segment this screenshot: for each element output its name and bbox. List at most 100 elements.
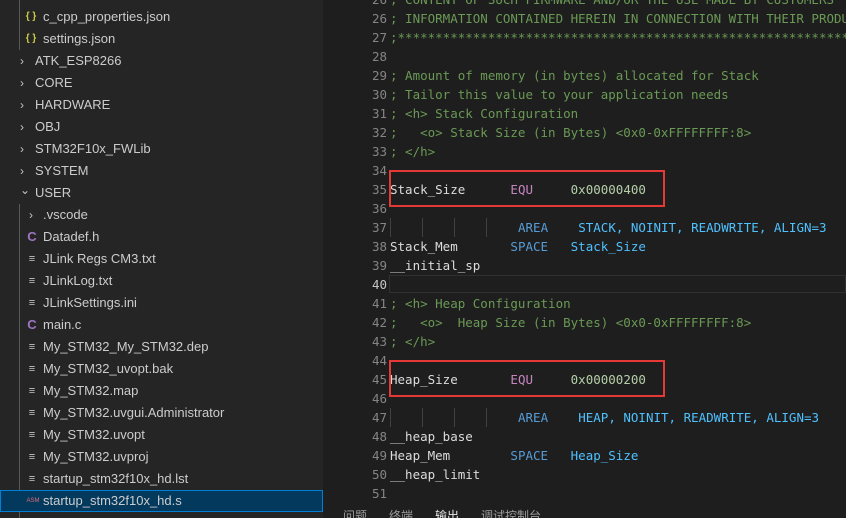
code-editor[interactable]: 26; CONTENT OF SUCH FIRMWARE AND/OR THE … <box>323 0 846 518</box>
code-line[interactable]: 26; CONTENT OF SUCH FIRMWARE AND/OR THE … <box>323 0 846 9</box>
chevron-right-icon[interactable]: › <box>20 72 24 94</box>
explorer-item-core[interactable]: › CORE <box>0 72 323 94</box>
explorer-item-startup-stm32f10x-hd-lst[interactable]: ≡ startup_stm32f10x_hd.lst <box>0 468 323 490</box>
tab-terminal[interactable]: 终端 <box>389 508 413 518</box>
text-file-icon: ≡ <box>28 385 36 397</box>
explorer-item-system[interactable]: › SYSTEM <box>0 160 323 182</box>
code-line[interactable]: 38 Stack_Mem SPACE Stack_Size <box>323 237 846 256</box>
code-line[interactable]: 29; Amount of memory (in bytes) allocate… <box>323 66 846 85</box>
asm-file-icon: ASM <box>26 498 40 504</box>
explorer-item-jlinksettings-ini[interactable]: ≡ JLinkSettings.ini <box>0 292 323 314</box>
text-file-icon: ≡ <box>28 451 36 463</box>
code-line[interactable]: 30; Tailor this value to your applicatio… <box>323 85 846 104</box>
line-number: 46 <box>371 391 387 406</box>
line-number: 31 <box>371 106 387 121</box>
line-number: 44 <box>371 353 387 368</box>
line-number: 37 <box>371 220 387 235</box>
chevron-right-icon[interactable]: › <box>20 138 24 160</box>
code-line[interactable]: 28 <box>323 47 846 66</box>
code-line[interactable]: 32; <o> Stack Size (in Bytes) <0x0-0xFFF… <box>323 123 846 142</box>
line-number: 26 <box>372 0 387 9</box>
code-line[interactable]: 48 __heap_base <box>323 427 846 446</box>
line-number: 33 <box>371 144 387 159</box>
line-number: 42 <box>371 315 387 330</box>
code-token: ;***************************************… <box>390 30 846 45</box>
explorer-item-atk-esp8266[interactable]: › ATK_ESP8266 <box>0 50 323 72</box>
code-token: Heap_Size <box>570 448 639 463</box>
code-line[interactable]: 47 AREA HEAP, NOINIT, READWRITE, ALIGN=3 <box>323 408 846 427</box>
explorer-item-label: JLinkSettings.ini <box>43 295 137 310</box>
code-line[interactable]: 39 __initial_sp <box>323 256 846 275</box>
code-text: __initial_sp <box>390 256 480 275</box>
line-number: 27 <box>371 30 387 45</box>
explorer-item-my-stm32-uvopt-bak[interactable]: ≡ My_STM32_uvopt.bak <box>0 358 323 380</box>
explorer-item-datadef-h[interactable]: C Datadef.h <box>0 226 323 248</box>
code-line[interactable]: 27 ;*************************************… <box>323 28 846 47</box>
tab-problems[interactable]: 问题 <box>343 508 367 518</box>
chevron-right-icon[interactable]: › <box>29 204 33 226</box>
explorer-item-vscode[interactable]: › .vscode <box>0 204 323 226</box>
tab-output[interactable]: 输出 <box>435 508 459 518</box>
code-token: ; </h> <box>390 144 436 159</box>
line-number: 47 <box>371 410 387 425</box>
line-number: 39 <box>371 258 387 273</box>
explorer-item-my-stm32-uvgui-administrator[interactable]: ≡ My_STM32.uvgui.Administrator <box>0 402 323 424</box>
explorer-item-label: My_STM32_uvopt.bak <box>43 361 174 376</box>
code-line[interactable]: 51 <box>323 484 846 503</box>
explorer-item-label: SYSTEM <box>35 163 89 178</box>
line-number: 41 <box>371 296 387 311</box>
explorer-item-hardware[interactable]: › HARDWARE <box>0 94 323 116</box>
explorer-item-user[interactable]: ⌄ USER <box>0 182 323 204</box>
explorer-item-main-c[interactable]: Cmain.c <box>0 314 323 336</box>
explorer-item-label: JLinkLog.txt <box>43 273 113 288</box>
line-number: 28 <box>371 49 387 64</box>
chevron-right-icon[interactable]: › <box>20 50 24 72</box>
json-file-icon: { } <box>25 11 37 22</box>
heap-size-highlight-box <box>389 360 665 397</box>
code-line[interactable]: 31; <h> Stack Configuration <box>323 104 846 123</box>
code-line[interactable]: 41; <h> Heap Configuration <box>323 294 846 313</box>
explorer-item-stm32f10x-fwlib[interactable]: › STM32F10x_FWLib <box>0 138 323 160</box>
line-number: 50 <box>371 467 387 482</box>
code-text: ; <o> Heap Size (in Bytes) <0x0-0xFFFFFF… <box>390 313 751 332</box>
explorer-item-label: USER <box>35 185 72 200</box>
code-text: ; Amount of memory (in bytes) allocated … <box>390 66 759 85</box>
chevron-right-icon[interactable]: › <box>20 116 24 138</box>
tab-debug-console[interactable]: 调试控制台 <box>481 508 541 518</box>
code-line[interactable]: 43; </h> <box>323 332 846 351</box>
explorer-item-obj[interactable]: › OBJ <box>0 116 323 138</box>
explorer-item-my-stm32-uvproj[interactable]: ≡ My_STM32.uvproj <box>0 446 323 468</box>
code-line[interactable]: 33; </h> <box>323 142 846 161</box>
explorer-item-label: My_STM32_My_STM32.dep <box>43 339 209 354</box>
explorer-item-label: startup_stm32f10x_hd.s <box>43 493 182 508</box>
text-file-icon: ≡ <box>28 473 36 485</box>
indent-guide <box>486 408 518 427</box>
code-text: AREA STACK, NOINIT, READWRITE, ALIGN=3 <box>390 218 827 237</box>
code-token: Stack_Size <box>570 239 646 254</box>
code-line[interactable]: 26; INFORMATION CONTAINED HEREIN IN CONN… <box>323 9 846 28</box>
explorer-item-label: HARDWARE <box>35 97 111 112</box>
explorer-item-my-stm32-my-stm32-dep[interactable]: ≡ My_STM32_My_STM32.dep <box>0 336 323 358</box>
explorer-item-label: CORE <box>35 75 73 90</box>
code-text: ; </h> <box>390 142 435 161</box>
explorer-item-jlink-regs-cm3-txt[interactable]: ≡ JLink Regs CM3.txt <box>0 248 323 270</box>
code-line[interactable]: 42; <o> Heap Size (in Bytes) <0x0-0xFFFF… <box>323 313 846 332</box>
code-line[interactable]: 37 AREA STACK, NOINIT, READWRITE, ALIGN=3 <box>323 218 846 237</box>
explorer-item-my-stm32-map[interactable]: ≡ My_STM32.map <box>0 380 323 402</box>
explorer-item-startup-stm32f10x-hd-s[interactable]: ASM startup_stm32f10x_hd.s <box>0 490 323 512</box>
text-file-icon: ≡ <box>28 429 36 441</box>
code-text: ; </h> <box>390 332 435 351</box>
explorer-item-c-cpp-properties-json[interactable]: { } c_cpp_properties.json <box>0 6 323 28</box>
explorer-item-jlinklog-txt[interactable]: ≡ JLinkLog.txt <box>0 270 323 292</box>
code-token: ; <o> Stack Size (in Bytes) <0x0-0xFFFFF… <box>390 125 752 140</box>
explorer-item-my-stm32-uvopt[interactable]: ≡ My_STM32.uvopt <box>0 424 323 446</box>
code-line[interactable]: 49 Heap_Mem SPACE Heap_Size <box>323 446 846 465</box>
chevron-down-icon[interactable]: ⌄ <box>20 179 30 201</box>
explorer-item-settings-json[interactable]: { } settings.json <box>0 28 323 50</box>
chevron-right-icon[interactable]: › <box>20 94 24 116</box>
code-line[interactable]: 50 __heap_limit <box>323 465 846 484</box>
explorer-item-label: My_STM32.map <box>43 383 139 398</box>
